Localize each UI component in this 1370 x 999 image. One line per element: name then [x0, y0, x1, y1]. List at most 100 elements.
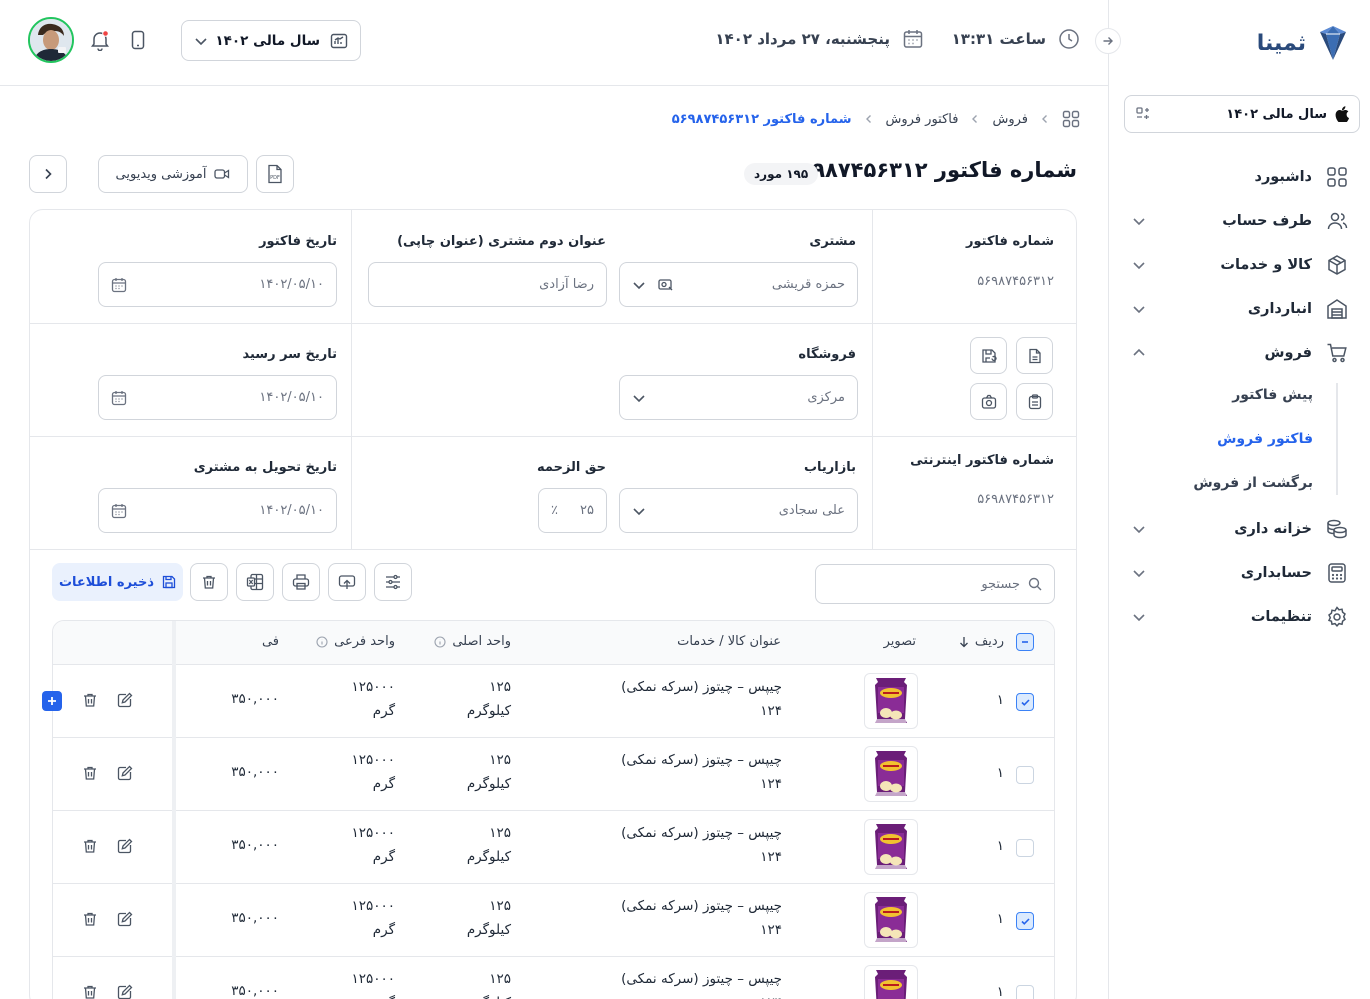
sidebar: ثمینا سال مالی ۱۴۰۲ داشبورد طرف حساب کال…	[1108, 0, 1370, 999]
info-icon[interactable]	[316, 635, 328, 648]
save-draft-button[interactable]	[970, 337, 1007, 374]
logo[interactable]: ثمینا	[1257, 24, 1348, 62]
pdf-button[interactable]: PDF	[256, 155, 294, 193]
document-button[interactable]	[1016, 337, 1053, 374]
chart-icon	[330, 33, 348, 48]
select-all-checkbox[interactable]	[1016, 633, 1034, 651]
main-unit-name: کیلوگرم	[466, 703, 511, 719]
row-checkbox[interactable]	[1016, 912, 1034, 930]
save-data-button[interactable]: ذخیره اطلاعات	[52, 563, 183, 601]
delete-selected-button[interactable]	[190, 563, 228, 601]
add-row-button[interactable]	[42, 691, 62, 711]
excel-button[interactable]	[236, 563, 274, 601]
edit-row-button[interactable]	[117, 692, 133, 708]
plus-icon	[48, 697, 56, 705]
divider	[351, 210, 352, 549]
sidebar-item-treasury[interactable]: خزانه داری	[1132, 515, 1348, 543]
notifications-button[interactable]	[88, 28, 112, 52]
delete-row-button[interactable]	[82, 692, 98, 708]
chevron-down-icon	[1133, 570, 1145, 578]
filter-settings-button[interactable]	[374, 563, 412, 601]
camera-button[interactable]	[970, 383, 1007, 420]
breadcrumb-sales[interactable]: فروش	[992, 112, 1028, 127]
row-index: ۱	[996, 911, 1004, 927]
row-checkbox[interactable]	[1016, 766, 1034, 784]
users-icon	[1327, 212, 1348, 230]
sidebar-subitem-sales-invoice[interactable]: فاکتور فروش	[1217, 431, 1313, 447]
upload-button[interactable]	[328, 563, 366, 601]
sidebar-subitem-proforma[interactable]: پیش فاکتور	[1232, 387, 1313, 403]
fiscal-year-select[interactable]: سال مالی ۱۴۰۲	[181, 20, 361, 61]
sidebar-item-warehouse[interactable]: انبارداری	[1132, 295, 1348, 323]
column-header-row[interactable]: ردیف	[959, 634, 1004, 649]
due-date-input[interactable]: ۱۴۰۲/۰۵/۱۰	[98, 375, 337, 420]
customer-select[interactable]: حمزه قریشی	[619, 262, 858, 307]
commission-input[interactable]: ۲۵ ٪	[538, 488, 607, 533]
edit-row-button[interactable]	[117, 838, 133, 854]
row-checkbox[interactable]	[1016, 693, 1034, 711]
search-input[interactable]: جستجو	[815, 564, 1055, 604]
info-icon[interactable]	[434, 635, 446, 648]
product-thumbnail[interactable]	[864, 965, 918, 999]
sort-down-icon	[959, 636, 968, 647]
product-thumbnail[interactable]	[864, 819, 918, 875]
chevron-down-icon	[633, 507, 645, 515]
save-data-label: ذخیره اطلاعات	[58, 574, 155, 590]
column-header-sub-unit: واحد فرعی	[316, 634, 395, 649]
invoice-date-label: تاریخ فاکتور	[259, 234, 337, 249]
collapse-sidebar-button[interactable]	[1095, 28, 1121, 54]
delete-row-button[interactable]	[82, 984, 98, 999]
print-button[interactable]	[282, 563, 320, 601]
sidebar-subitem-sales-return[interactable]: برگشت از فروش	[1193, 475, 1313, 491]
warehouse-icon	[1327, 299, 1347, 319]
sidebar-item-label: انبارداری	[1247, 301, 1312, 317]
edit-row-button[interactable]	[117, 765, 133, 781]
switch-icon	[1136, 107, 1149, 119]
sidebar-item-products[interactable]: کالا و خدمات	[1132, 251, 1348, 279]
edit-row-button[interactable]	[117, 911, 133, 927]
marketer-select[interactable]: علی سجادی	[619, 488, 858, 533]
mobile-button[interactable]	[128, 29, 148, 51]
delete-row-button[interactable]	[82, 838, 98, 854]
edit-icon	[117, 838, 133, 854]
product-thumbnail[interactable]	[864, 892, 918, 948]
sidebar-fiscal-year[interactable]: سال مالی ۱۴۰۲	[1124, 95, 1360, 133]
sidebar-item-dashboard[interactable]: داشبورد	[1132, 163, 1348, 191]
product-thumbnail[interactable]	[864, 746, 918, 802]
video-tutorial-button[interactable]: آموزشی ویدیویی	[98, 155, 248, 193]
sidebar-item-accounting[interactable]: حسابداری	[1132, 559, 1348, 587]
sidebar-item-accounts[interactable]: طرف حساب	[1132, 207, 1348, 235]
sidebar-item-sales[interactable]: فروش	[1132, 339, 1348, 367]
edit-row-button[interactable]	[117, 984, 133, 999]
sub-unit-qty: ۱۲۵۰۰۰	[351, 825, 395, 841]
unit-price: ۳۵۰,۰۰۰	[231, 764, 279, 780]
clipboard-icon	[1028, 393, 1041, 409]
main-unit-name: کیلوگرم	[466, 776, 511, 792]
chevron-down-icon	[633, 281, 645, 289]
main-unit-name: کیلوگرم	[467, 995, 511, 999]
apple-icon	[1335, 106, 1349, 122]
delete-row-button[interactable]	[82, 765, 98, 781]
row-checkbox[interactable]	[1016, 985, 1034, 999]
second-title-input[interactable]: رضا آزادی	[368, 262, 607, 307]
back-button[interactable]	[29, 155, 67, 193]
delivery-date-input[interactable]: ۱۴۰۲/۰۵/۱۰	[98, 488, 337, 533]
invoice-card: شماره فاکتور ۵۶۹۸۷۴۵۶۳۱۲ مشتری حمزه قریش…	[29, 209, 1077, 999]
breadcrumb-sales-invoice[interactable]: فاکتور فروش	[886, 112, 959, 127]
product-thumbnail[interactable]	[864, 673, 918, 729]
page-title: شماره فاکتور ۵۶۹۸۷۴۵۶۳۱۲	[786, 158, 1077, 182]
sidebar-item-settings[interactable]: تنظیمات	[1132, 603, 1348, 631]
row-checkbox[interactable]	[1016, 839, 1034, 857]
delete-row-button[interactable]	[82, 911, 98, 927]
product-code: ۱۲۴	[760, 776, 782, 792]
pdf-icon: PDF	[268, 164, 282, 184]
apps-icon[interactable]	[1062, 110, 1080, 128]
clipboard-button[interactable]	[1016, 383, 1053, 420]
invoice-date-input[interactable]: ۱۴۰۲/۰۵/۱۰	[98, 262, 337, 307]
avatar[interactable]	[28, 17, 74, 63]
store-select[interactable]: مرکزی	[619, 375, 858, 420]
check-icon	[1020, 917, 1030, 925]
chevron-down-icon	[1133, 526, 1145, 534]
table-row: ۱ چیپس – چیتوز (سرکه نمکی) ۱۲۴ ۱۲۵ کیلوگ…	[53, 738, 1054, 811]
printer-icon	[292, 574, 310, 590]
